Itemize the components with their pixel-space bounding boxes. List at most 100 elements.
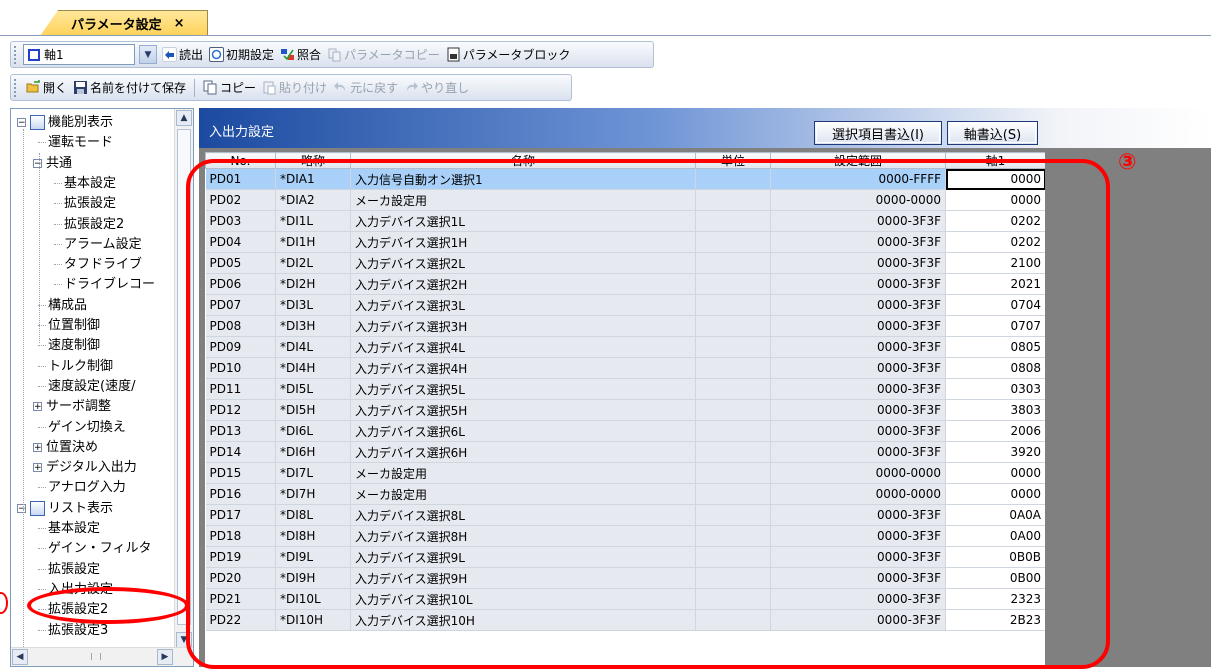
- scroll-left-icon[interactable]: ◀: [12, 649, 28, 665]
- tree-item[interactable]: − 機能別表示: [17, 113, 113, 133]
- tree-item[interactable]: トルク制御: [38, 357, 113, 377]
- cell-axis1[interactable]: 0B00: [945, 567, 1045, 589]
- cell-axis1[interactable]: 0A00: [945, 525, 1045, 547]
- tab-parameter-settings[interactable]: パラメータ設定 ×: [40, 10, 208, 36]
- table-row[interactable]: PD16 *DI7H メーカ設定用 0000-0000 0000: [205, 483, 1045, 505]
- cell-axis1[interactable]: 0808: [945, 357, 1045, 379]
- save-as-button[interactable]: 名前を付けて保存: [70, 77, 189, 99]
- cell-axis1[interactable]: 0000: [945, 462, 1045, 484]
- cell-axis1[interactable]: 2323: [945, 588, 1045, 610]
- toolbar-grip[interactable]: [14, 78, 20, 97]
- table-row[interactable]: PD08 *DI3H 入力デバイス選択3H 0000-3F3F 0707: [205, 315, 1045, 337]
- tree-item[interactable]: + 位置決め: [33, 438, 98, 458]
- table-row[interactable]: PD14 *DI6H 入力デバイス選択6H 0000-3F3F 3920: [205, 441, 1045, 463]
- copy-button[interactable]: コピー: [200, 77, 259, 99]
- tree-item[interactable]: 運転モード: [38, 133, 113, 153]
- cell-axis1[interactable]: 0707: [945, 315, 1045, 337]
- table-row[interactable]: PD05 *DI2L 入力デバイス選択2L 0000-3F3F 2100: [205, 252, 1045, 274]
- tree-item[interactable]: タフドライブ: [54, 255, 142, 275]
- open-button[interactable]: 開く: [23, 77, 70, 99]
- write-axis-button[interactable]: 軸書込(S): [947, 121, 1038, 145]
- table-row[interactable]: PD18 *DI8H 入力デバイス選択8H 0000-3F3F 0A00: [205, 525, 1045, 547]
- cell-axis1[interactable]: 0202: [945, 210, 1045, 232]
- tree-item[interactable]: 拡張設定: [54, 194, 116, 214]
- cell-axis1[interactable]: 0A0A: [945, 504, 1045, 526]
- table-row[interactable]: PD11 *DI5L 入力デバイス選択5L 0000-3F3F 0303: [205, 378, 1045, 400]
- tree-item[interactable]: 基本設定: [38, 519, 100, 539]
- table-row[interactable]: PD07 *DI3L 入力デバイス選択3L 0000-3F3F 0704: [205, 294, 1045, 316]
- cell-axis1[interactable]: 0000: [945, 168, 1045, 190]
- column-header-axis1[interactable]: 軸1: [945, 152, 1045, 169]
- table-row[interactable]: PD10 *DI4H 入力デバイス選択4H 0000-3F3F 0808: [205, 357, 1045, 379]
- tree-item[interactable]: 基本設定: [54, 174, 116, 194]
- cell-axis1[interactable]: 0202: [945, 231, 1045, 253]
- table-row[interactable]: PD13 *DI6L 入力デバイス選択6L 0000-3F3F 2006: [205, 420, 1045, 442]
- cell-axis1[interactable]: 2021: [945, 273, 1045, 295]
- parameter-copy-button[interactable]: パラメータコピー: [324, 44, 443, 66]
- tree-item[interactable]: + デジタル入出力: [33, 458, 137, 478]
- column-header-range[interactable]: 設定範囲: [770, 152, 946, 169]
- table-row[interactable]: PD20 *DI9H 入力デバイス選択9H 0000-3F3F 0B00: [205, 567, 1045, 589]
- parameter-block-button[interactable]: パラメータブロック: [443, 44, 574, 66]
- table-row[interactable]: PD04 *DI1H 入力デバイス選択1H 0000-3F3F 0202: [205, 231, 1045, 253]
- tree-item[interactable]: ゲイン・フィルタ: [38, 539, 151, 559]
- expand-icon[interactable]: +: [33, 442, 42, 452]
- table-row[interactable]: PD01 *DIA1 入力信号自動オン選択1 0000-FFFF 0000: [205, 168, 1045, 190]
- column-header-name[interactable]: 名称: [350, 152, 696, 169]
- tree-item[interactable]: 入出力設定: [38, 580, 113, 600]
- tree-item[interactable]: 拡張設定3: [38, 621, 108, 641]
- collapse-icon[interactable]: −: [17, 118, 26, 128]
- cell-axis1[interactable]: 2B23: [945, 609, 1045, 631]
- cell-axis1[interactable]: 0805: [945, 336, 1045, 358]
- scroll-right-icon[interactable]: ▶: [157, 649, 173, 665]
- tree-item[interactable]: − リスト表示: [17, 499, 113, 519]
- expand-icon[interactable]: +: [33, 463, 42, 473]
- tree-horizontal-scrollbar[interactable]: ◀ ▶: [11, 647, 193, 666]
- table-row[interactable]: PD15 *DI7L メーカ設定用 0000-0000 0000: [205, 462, 1045, 484]
- cell-axis1[interactable]: 3803: [945, 399, 1045, 421]
- tree-item[interactable]: 拡張設定2: [38, 600, 108, 620]
- expand-icon[interactable]: +: [33, 402, 42, 412]
- scroll-down-icon[interactable]: ▼: [176, 632, 192, 648]
- verify-button[interactable]: 照合: [277, 44, 324, 66]
- table-row[interactable]: PD09 *DI4L 入力デバイス選択4L 0000-3F3F 0805: [205, 336, 1045, 358]
- table-row[interactable]: PD21 *DI10L 入力デバイス選択10L 0000-3F3F 2323: [205, 588, 1045, 610]
- tree-item[interactable]: + サーボ調整: [33, 397, 111, 417]
- table-row[interactable]: PD17 *DI8L 入力デバイス選択8L 0000-3F3F 0A0A: [205, 504, 1045, 526]
- cell-axis1[interactable]: 0303: [945, 378, 1045, 400]
- axis-select[interactable]: 軸1: [23, 44, 135, 65]
- tree-item[interactable]: 速度制御: [38, 336, 100, 356]
- cell-axis1[interactable]: 2100: [945, 252, 1045, 274]
- axis-dropdown-button[interactable]: ▼: [139, 45, 157, 64]
- tree-item[interactable]: アラーム設定: [54, 235, 142, 255]
- table-row[interactable]: PD06 *DI2H 入力デバイス選択2H 0000-3F3F 2021: [205, 273, 1045, 295]
- scroll-thumb[interactable]: [177, 129, 191, 625]
- table-row[interactable]: PD22 *DI10H 入力デバイス選択10H 0000-3F3F 2B23: [205, 609, 1045, 631]
- column-header-abbr[interactable]: 略称: [275, 152, 351, 169]
- collapse-icon[interactable]: −: [33, 158, 42, 168]
- paste-button[interactable]: 貼り付け: [259, 77, 330, 99]
- toolbar-grip[interactable]: [14, 45, 20, 64]
- cell-axis1[interactable]: 0704: [945, 294, 1045, 316]
- table-row[interactable]: PD02 *DIA2 メーカ設定用 0000-0000 0000: [205, 189, 1045, 211]
- tree-item[interactable]: ゲイン切換え: [38, 418, 126, 438]
- tree-item[interactable]: 位置制御: [38, 316, 100, 336]
- undo-button[interactable]: 元に戻す: [330, 77, 401, 99]
- tree-item[interactable]: 構成品: [38, 296, 87, 316]
- cell-axis1[interactable]: 3920: [945, 441, 1045, 463]
- tree-item[interactable]: ドライブレコー: [54, 275, 155, 295]
- close-tab-icon[interactable]: ×: [174, 16, 185, 31]
- table-row[interactable]: PD12 *DI5H 入力デバイス選択5H 0000-3F3F 3803: [205, 399, 1045, 421]
- column-header-no[interactable]: No.: [205, 152, 276, 169]
- cell-axis1[interactable]: 2006: [945, 420, 1045, 442]
- collapse-icon[interactable]: −: [17, 503, 26, 513]
- table-row[interactable]: PD03 *DI1L 入力デバイス選択1L 0000-3F3F 0202: [205, 210, 1045, 232]
- tree-item[interactable]: アナログ入力: [38, 478, 126, 498]
- tree-item[interactable]: 拡張設定2: [54, 215, 124, 235]
- table-row[interactable]: PD19 *DI9L 入力デバイス選択9L 0000-3F3F 0B0B: [205, 546, 1045, 568]
- read-button[interactable]: 読出: [159, 44, 206, 66]
- scroll-up-icon[interactable]: ▲: [176, 110, 192, 126]
- initial-setting-button[interactable]: 初期設定: [206, 44, 277, 66]
- write-selected-button[interactable]: 選択項目書込(I): [814, 121, 942, 145]
- redo-button[interactable]: やり直し: [401, 77, 472, 99]
